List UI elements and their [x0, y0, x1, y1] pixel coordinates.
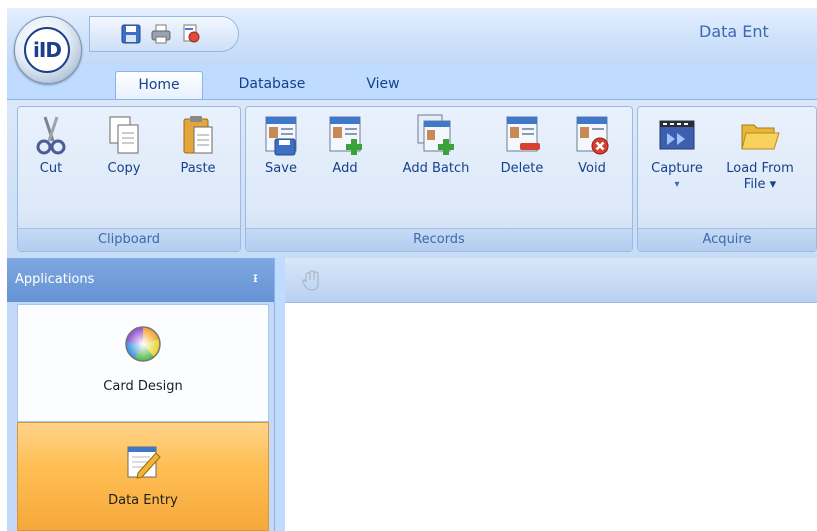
clipboard-group: Cut Copy Paste Clipboard — [17, 106, 241, 252]
card-design-label: Card Design — [103, 379, 183, 394]
tab-view[interactable]: View — [355, 71, 411, 99]
nav-item-card-design[interactable]: Card Design — [17, 304, 269, 422]
load-from-file-button[interactable]: Load From File ▾ — [718, 113, 802, 193]
acquire-group-label: Acquire — [638, 228, 816, 251]
title-bar: Data Ent — [7, 8, 817, 64]
add-batch-button[interactable]: Add Batch — [394, 113, 478, 177]
save-icon[interactable] — [120, 23, 142, 45]
clipboard-group-label: Clipboard — [18, 228, 240, 251]
cut-button[interactable]: Cut — [28, 113, 74, 177]
pin-icon[interactable]: ᵻ — [253, 271, 258, 286]
delete-record-label: Delete — [500, 161, 544, 176]
quick-access-toolbar — [89, 16, 239, 52]
save-record-button[interactable]: Save — [256, 113, 306, 177]
hand-pan-icon[interactable] — [301, 270, 321, 296]
color-wheel-icon — [124, 325, 162, 363]
notepad-pencil-icon — [124, 443, 162, 481]
print-preview-icon[interactable] — [180, 23, 202, 45]
window-title: Data Ent — [699, 22, 769, 41]
print-icon[interactable] — [150, 23, 172, 45]
records-group: Save Add Add Batch Delete Void Records — [245, 106, 633, 252]
save-record-icon — [261, 113, 301, 157]
void-record-button[interactable]: Void — [566, 113, 618, 177]
panel-title: Applications — [15, 272, 95, 287]
applications-panel: Applications ᵻ Card Design Data Entry — [7, 258, 275, 531]
add-batch-label: Add Batch — [402, 161, 470, 176]
copy-button[interactable]: Copy — [96, 113, 152, 177]
data-entry-label: Data Entry — [108, 493, 178, 508]
document-toolbar — [285, 258, 817, 303]
add-record-button[interactable]: Add — [320, 113, 370, 177]
tab-home[interactable]: Home — [115, 71, 203, 100]
application-menu-button[interactable]: iID — [14, 16, 82, 84]
add-record-icon — [325, 113, 365, 157]
nav-item-data-entry[interactable]: Data Entry — [17, 422, 269, 531]
paste-button[interactable]: Paste — [168, 113, 228, 177]
app-logo: iID — [24, 27, 70, 73]
applications-panel-header: Applications ᵻ — [7, 258, 274, 302]
scissors-icon — [31, 113, 71, 157]
capture-button[interactable]: Capture ▾ — [644, 113, 710, 193]
tab-database[interactable]: Database — [227, 71, 317, 99]
cut-label: Cut — [39, 161, 63, 176]
copy-icon — [104, 113, 144, 157]
main-content-area — [285, 258, 817, 531]
copy-label: Copy — [107, 161, 141, 176]
void-record-icon — [572, 113, 612, 157]
ribbon: Cut Copy Paste Clipboard Save Add Add Ba… — [7, 99, 817, 258]
delete-record-button[interactable]: Delete — [492, 113, 552, 177]
delete-record-icon — [502, 113, 542, 157]
paste-label: Paste — [180, 161, 216, 176]
load-from-file-label-line2: File ▾ — [743, 177, 777, 192]
paste-icon — [178, 113, 218, 157]
save-record-label: Save — [265, 161, 297, 176]
capture-dropdown-arrow: ▾ — [674, 179, 680, 190]
void-record-label: Void — [578, 161, 606, 176]
acquire-group: Capture ▾ Load From File ▾ Acquire — [637, 106, 817, 252]
add-batch-icon — [416, 113, 456, 157]
folder-open-icon — [740, 113, 780, 157]
add-record-label: Add — [332, 161, 358, 176]
capture-icon — [657, 113, 697, 157]
records-group-label: Records — [246, 228, 632, 251]
application-window: Data Ent iID Home Database View Cut Copy… — [7, 8, 817, 531]
load-from-file-label: Load From — [726, 161, 794, 176]
capture-label: Capture — [651, 161, 703, 176]
